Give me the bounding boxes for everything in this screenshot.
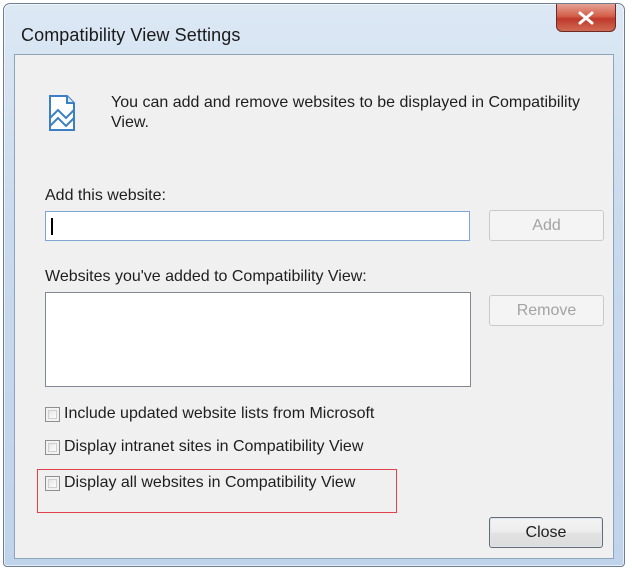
option-label: Display intranet sites in Compatibility … [64, 438, 364, 455]
highlight-box [37, 469, 397, 513]
title-bar[interactable]: Compatibility View Settings [4, 4, 624, 56]
checkbox[interactable] [45, 439, 60, 455]
text-caret [51, 218, 53, 235]
window-title: Compatibility View Settings [21, 25, 241, 45]
option-include-updated-lists[interactable]: Include updated website lists from Micro… [45, 405, 374, 423]
option-display-intranet-sites[interactable]: Display intranet sites in Compatibility … [45, 438, 363, 456]
close-icon [578, 11, 594, 24]
info-text: You can add and remove websites to be di… [111, 94, 581, 131]
dialog-window: Compatibility View Settings You can add … [3, 3, 625, 567]
close-button[interactable]: Close [489, 517, 603, 548]
added-websites-list[interactable] [45, 292, 471, 387]
dialog-body: You can add and remove websites to be di… [14, 54, 614, 559]
option-label: Include updated website lists from Micro… [64, 405, 375, 422]
add-button[interactable]: Add [489, 210, 604, 241]
remove-button[interactable]: Remove [489, 295, 604, 326]
compatibility-view-icon [49, 95, 75, 131]
add-website-input[interactable] [45, 211, 470, 241]
checkbox[interactable] [45, 406, 60, 422]
add-website-label: Add this website: [45, 187, 166, 204]
window-close-button[interactable] [556, 4, 616, 32]
added-websites-label: Websites you've added to Compatibility V… [45, 268, 367, 285]
